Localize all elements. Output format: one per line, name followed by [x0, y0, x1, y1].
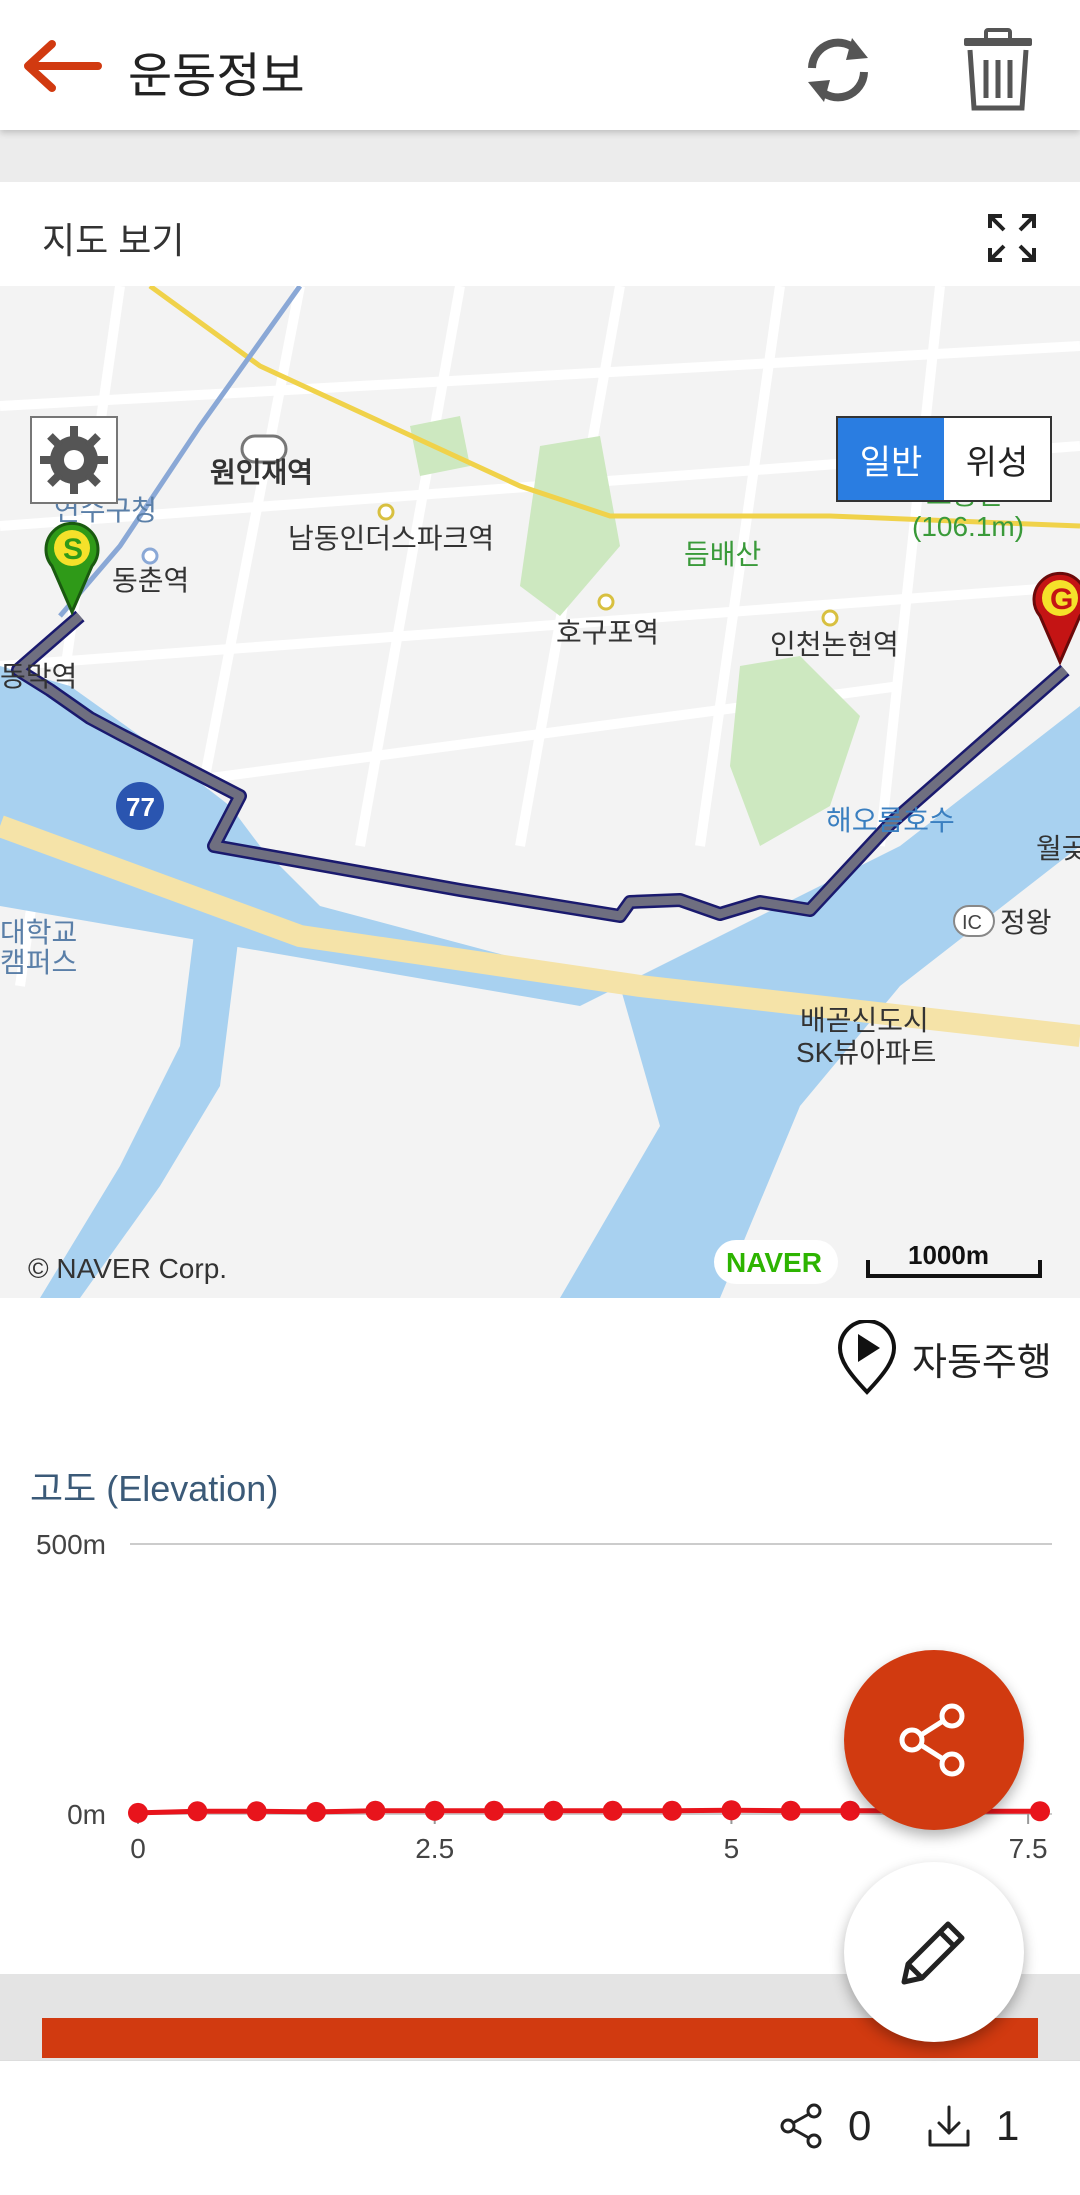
x-tick-label: 7.5 — [1009, 1833, 1048, 1864]
route-77-sign: 77 — [116, 782, 164, 830]
elevation-point — [306, 1801, 327, 1822]
map-label-campus: 캠퍼스 — [0, 947, 77, 978]
page-title: 운동정보 — [128, 50, 305, 103]
elevation-point — [543, 1800, 564, 1821]
start-marker-label: S — [63, 533, 83, 566]
fullscreen-button[interactable] — [986, 212, 1038, 264]
goal-marker: G — [1032, 571, 1080, 666]
fullscreen-icon — [988, 214, 1036, 262]
map-card-header: 지도 보기 — [0, 182, 1080, 286]
map-section-label: 지도 보기 — [42, 220, 185, 261]
x-tick-label: 5 — [724, 1833, 740, 1864]
autoplay-button[interactable]: 자동주행 — [836, 1318, 1052, 1398]
map-label-obongsan-height: (106.1m) — [912, 511, 1024, 542]
map-copyright: © NAVER Corp. — [28, 1253, 227, 1284]
refresh-button[interactable] — [796, 28, 880, 112]
map-label-dongchun: 동춘역 — [112, 565, 189, 596]
footer-bar: 0 1 — [0, 2060, 1080, 2195]
map-label-deumbaesan: 듬배산 — [684, 539, 761, 570]
location-play-icon — [837, 1320, 897, 1395]
elevation-point — [246, 1801, 267, 1822]
edit-fab[interactable] — [844, 1862, 1024, 2042]
elevation-point — [780, 1800, 801, 1821]
elevation-title: 고도 (Elevation) — [30, 1468, 279, 1509]
elevation-point — [662, 1800, 683, 1821]
naver-logo-text: NAVER — [726, 1247, 822, 1278]
app-header: 운동정보 — [0, 0, 1080, 130]
download-icon — [928, 2105, 970, 2147]
autoplay-label: 자동주행 — [912, 1341, 1052, 1384]
y-tick-label: 500m — [36, 1529, 106, 1560]
map-label-wonin: 원인재역 — [210, 457, 313, 488]
y-tick-label: 0m — [67, 1799, 106, 1830]
trash-icon — [964, 28, 1032, 111]
share-icon — [899, 1703, 965, 1777]
map-label-jeongwang: 정왕 — [1000, 907, 1052, 938]
goal-marker-label: G — [1050, 583, 1073, 616]
map-label-haeodeum: 해오름호수 — [826, 805, 955, 836]
map-settings-button[interactable] — [30, 416, 118, 504]
back-button[interactable] — [22, 38, 102, 94]
map-label-hogupo: 호구포역 — [556, 617, 659, 648]
start-marker: S — [44, 521, 100, 616]
map-label-namdong: 남동인더스파크역 — [288, 523, 494, 554]
share-fab[interactable] — [844, 1650, 1024, 1830]
share-count: 0 — [848, 2102, 872, 2149]
elevation-point — [128, 1802, 148, 1823]
route-77-label: 77 — [126, 792, 155, 822]
map-label-dong-station: 동막역 — [0, 661, 77, 692]
ic-badge: IC — [953, 905, 995, 937]
map-label-baegot2: SK뷰아파트 — [796, 1037, 936, 1068]
refresh-icon — [808, 38, 868, 102]
share-count-button[interactable]: 0 — [776, 2101, 871, 2151]
map-card: 지도 보기 원인재역 연수구청 동춘역 남동인더스파크역 듬배산 (106.1m… — [0, 182, 1080, 1302]
x-tick-label: 2.5 — [415, 1833, 454, 1864]
map-view[interactable]: 원인재역 연수구청 동춘역 남동인더스파크역 듬배산 오봉산 (106.1m) … — [0, 286, 1080, 1298]
delete-button[interactable] — [960, 28, 1036, 112]
pencil-icon — [901, 1921, 965, 1985]
elevation-point — [1030, 1801, 1050, 1822]
download-count-button[interactable]: 1 — [924, 2101, 1019, 2151]
scale-bar: 1000m — [866, 1240, 1042, 1278]
gear-icon — [40, 426, 108, 494]
map-label-univ: 대학교 — [0, 917, 77, 948]
elevation-point — [365, 1800, 386, 1821]
naver-logo: NAVER — [714, 1240, 838, 1284]
ic-label: IC — [962, 912, 982, 934]
map-label-incheon-nonhyeon: 인천논현역 — [770, 629, 899, 660]
elevation-point — [187, 1801, 208, 1822]
divider — [0, 130, 1080, 182]
elevation-point — [424, 1800, 445, 1821]
map-label-baegot1: 배곧신도시 — [800, 1005, 929, 1036]
elevation-point — [721, 1800, 742, 1821]
dongchun-station-dot — [141, 547, 159, 565]
back-arrow-icon — [24, 40, 102, 92]
map-type-satellite[interactable]: 위성 — [944, 418, 1050, 500]
share-outline-icon — [780, 2103, 822, 2149]
map-type-normal[interactable]: 일반 — [838, 418, 944, 500]
scale-label: 1000m — [908, 1240, 989, 1270]
elevation-point — [840, 1800, 861, 1821]
download-count: 1 — [996, 2102, 1020, 2149]
elevation-point — [602, 1800, 623, 1821]
map-label-wolgot: 월곶 — [1036, 833, 1080, 864]
map-type-toggle: 일반 위성 — [836, 416, 1052, 502]
x-tick-label: 0 — [130, 1833, 146, 1864]
elevation-point — [484, 1800, 505, 1821]
